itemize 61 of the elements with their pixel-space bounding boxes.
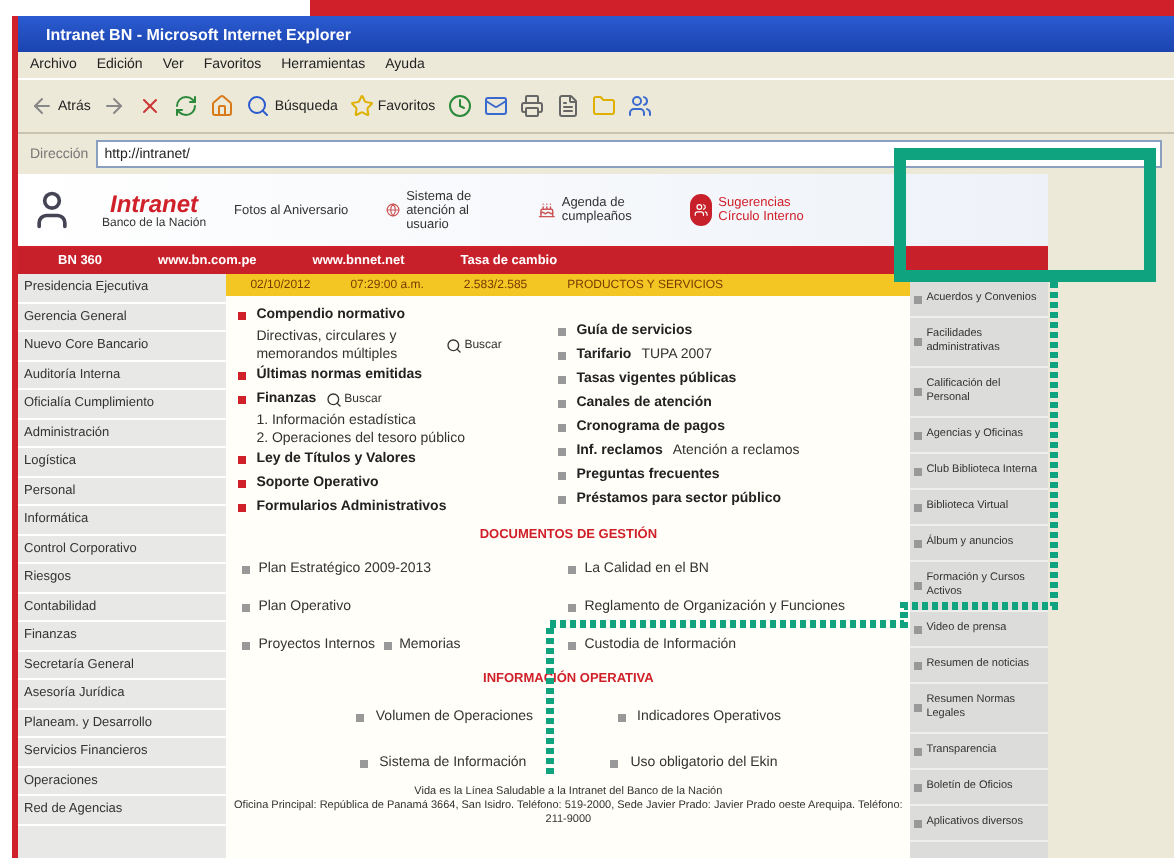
- bullet-icon: [558, 400, 567, 408]
- home-button[interactable]: [210, 94, 235, 118]
- bullet-icon: [914, 661, 923, 669]
- search-icon: [326, 392, 343, 408]
- bullet-icon: [242, 641, 251, 649]
- search-icon: [246, 94, 271, 118]
- bullet-icon: [558, 424, 567, 432]
- forward-button[interactable]: [102, 94, 127, 118]
- bullet-icon: [914, 431, 923, 439]
- bullet-icon: [914, 467, 923, 475]
- home-icon: [210, 94, 235, 118]
- folder-icon: [591, 94, 616, 118]
- bullet-icon: [558, 328, 567, 336]
- bullet-icon: [242, 565, 251, 573]
- history-button[interactable]: [447, 94, 472, 118]
- bullet-icon: [568, 603, 577, 611]
- bullet-icon: [914, 625, 923, 633]
- globe-icon: [386, 198, 401, 222]
- bullet-icon: [558, 496, 567, 504]
- refresh-button[interactable]: [174, 94, 199, 118]
- people-icon: [690, 194, 713, 226]
- people-icon: [627, 94, 652, 118]
- forward-arrow-icon: [102, 94, 127, 118]
- bullet-icon: [914, 747, 923, 755]
- bullet-icon: [568, 641, 577, 649]
- bullet-icon: [558, 448, 567, 456]
- bullet-icon: [617, 713, 625, 721]
- print-button[interactable]: [519, 94, 544, 118]
- bullet-icon: [914, 388, 923, 396]
- search-icon: [446, 338, 463, 354]
- bullet-icon: [610, 759, 619, 767]
- bullet-icon: [914, 539, 923, 547]
- bullet-icon: [558, 376, 567, 384]
- site-logo[interactable]: Intranet: [110, 190, 199, 218]
- bullet-icon: [914, 295, 923, 303]
- mail-button[interactable]: [483, 94, 508, 118]
- bullet-icon: [914, 783, 923, 791]
- bullet-icon: [914, 704, 923, 712]
- edit-button[interactable]: [555, 94, 580, 118]
- window-title: Intranet BN - Microsoft Internet Explorer: [18, 16, 1174, 52]
- bullet-icon: [383, 641, 392, 649]
- stop-icon: [138, 94, 163, 118]
- refresh-icon: [174, 94, 199, 118]
- printer-icon: [519, 94, 544, 118]
- bullet-icon: [914, 338, 923, 346]
- messenger-button[interactable]: [627, 94, 652, 118]
- clock-icon: [447, 94, 472, 118]
- bullet-icon: [355, 713, 364, 721]
- stop-button[interactable]: [138, 94, 163, 118]
- back-arrow-icon: [30, 94, 54, 118]
- bullet-icon: [568, 565, 577, 573]
- document-icon: [555, 94, 580, 118]
- mail-icon: [483, 94, 508, 118]
- bullet-icon: [558, 472, 567, 480]
- bullet-icon: [914, 503, 923, 511]
- bullet-icon: [242, 603, 251, 611]
- bullet-icon: [558, 352, 567, 360]
- bullet-icon: [914, 582, 923, 590]
- bullet-icon: [359, 759, 368, 767]
- bullet-icon: [914, 819, 923, 827]
- star-icon: [349, 94, 374, 118]
